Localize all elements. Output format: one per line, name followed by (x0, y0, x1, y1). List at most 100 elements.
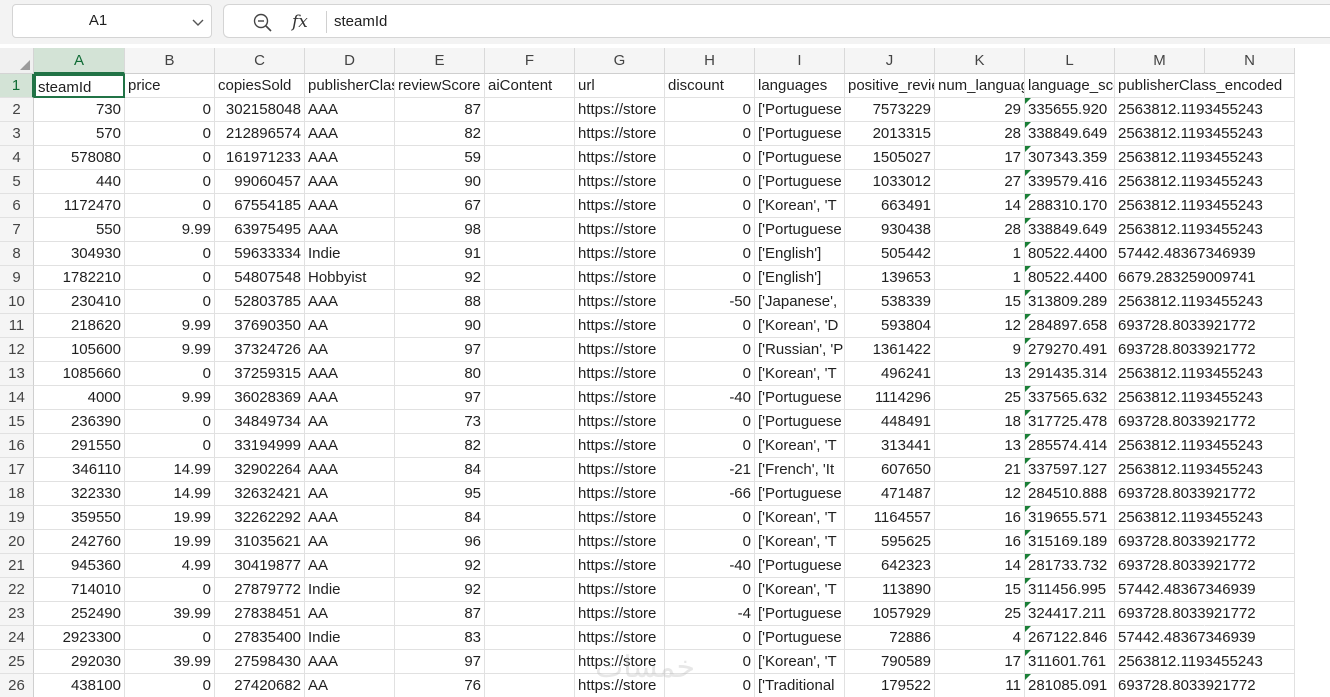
cell-c21[interactable]: 30419877 (215, 554, 305, 578)
error-indicator-icon[interactable] (1025, 386, 1031, 392)
cell-j16[interactable]: 313441 (845, 434, 935, 458)
error-indicator-icon[interactable] (1025, 674, 1031, 680)
cell-k10[interactable]: 15 (935, 290, 1025, 314)
error-indicator-icon[interactable] (1025, 218, 1031, 224)
cell-f3[interactable] (485, 122, 575, 146)
row-header-13[interactable]: 13 (0, 362, 34, 386)
cell-d20[interactable]: AA (305, 530, 395, 554)
cell-f2[interactable] (485, 98, 575, 122)
error-indicator-icon[interactable] (1025, 338, 1031, 344)
cell-d8[interactable]: Indie (305, 242, 395, 266)
cell-h17[interactable]: -21 (665, 458, 755, 482)
cell-g8[interactable]: https://store (575, 242, 665, 266)
cell-f26[interactable] (485, 674, 575, 697)
cell-b26[interactable]: 0 (125, 674, 215, 697)
cell-c24[interactable]: 27835400 (215, 626, 305, 650)
cell-c22[interactable]: 27879772 (215, 578, 305, 602)
cell-m5[interactable]: 2563812.1193455243 (1115, 170, 1263, 194)
row-header-21[interactable]: 21 (0, 554, 34, 578)
cell-e19[interactable]: 84 (395, 506, 485, 530)
cell-g4[interactable]: https://store (575, 146, 665, 170)
cell-m23[interactable]: 693728.8033921772 (1115, 602, 1256, 626)
column-header-d[interactable]: D (305, 48, 395, 74)
cell-l5[interactable]: 339579.416 (1025, 170, 1115, 194)
cell-j12[interactable]: 1361422 (845, 338, 935, 362)
cell-g6[interactable]: https://store (575, 194, 665, 218)
cell-m24[interactable]: 57442.48367346939 (1115, 626, 1256, 650)
cell-l3[interactable]: 338849.649 (1025, 122, 1115, 146)
cell-b2[interactable]: 0 (125, 98, 215, 122)
row-header-16[interactable]: 16 (0, 434, 34, 458)
cell-d10[interactable]: AAA (305, 290, 395, 314)
row-header-10[interactable]: 10 (0, 290, 34, 314)
cell-d11[interactable]: AA (305, 314, 395, 338)
cell-f20[interactable] (485, 530, 575, 554)
cell-f13[interactable] (485, 362, 575, 386)
cell-a13[interactable]: 1085660 (34, 362, 125, 386)
cell-j26[interactable]: 179522 (845, 674, 935, 697)
row-header-22[interactable]: 22 (0, 578, 34, 602)
cell-i6[interactable]: ['Korean', 'T (755, 194, 845, 218)
cell-l1[interactable]: language_score (1025, 74, 1115, 98)
cell-l22[interactable]: 311456.995 (1025, 578, 1115, 602)
cell-m21[interactable]: 693728.8033921772 (1115, 554, 1256, 578)
cell-c26[interactable]: 27420682 (215, 674, 305, 697)
cell-b19[interactable]: 19.99 (125, 506, 215, 530)
cell-k15[interactable]: 18 (935, 410, 1025, 434)
cell-h21[interactable]: -40 (665, 554, 755, 578)
cell-c11[interactable]: 37690350 (215, 314, 305, 338)
row-header-17[interactable]: 17 (0, 458, 34, 482)
cell-m20[interactable]: 693728.8033921772 (1115, 530, 1256, 554)
cell-a20[interactable]: 242760 (34, 530, 125, 554)
cell-f9[interactable] (485, 266, 575, 290)
cell-b22[interactable]: 0 (125, 578, 215, 602)
cell-e8[interactable]: 91 (395, 242, 485, 266)
cell-j1[interactable]: positive_reviews (845, 74, 935, 98)
cell-m7[interactable]: 2563812.1193455243 (1115, 218, 1263, 242)
cell-e15[interactable]: 73 (395, 410, 485, 434)
cell-l10[interactable]: 313809.289 (1025, 290, 1115, 314)
cell-h5[interactable]: 0 (665, 170, 755, 194)
function-icon[interactable]: fx (292, 7, 308, 37)
cell-i3[interactable]: ['Portuguese (755, 122, 845, 146)
cell-c20[interactable]: 31035621 (215, 530, 305, 554)
cell-d18[interactable]: AA (305, 482, 395, 506)
cell-j25[interactable]: 790589 (845, 650, 935, 674)
cell-b21[interactable]: 4.99 (125, 554, 215, 578)
chevron-down-icon[interactable] (191, 15, 205, 29)
cell-a9[interactable]: 1782210 (34, 266, 125, 290)
cell-h2[interactable]: 0 (665, 98, 755, 122)
cell-i8[interactable]: ['English'] (755, 242, 845, 266)
cell-f12[interactable] (485, 338, 575, 362)
cell-a7[interactable]: 550 (34, 218, 125, 242)
cell-a24[interactable]: 2923300 (34, 626, 125, 650)
cell-j2[interactable]: 7573229 (845, 98, 935, 122)
cell-j23[interactable]: 1057929 (845, 602, 935, 626)
cell-l21[interactable]: 281733.732 (1025, 554, 1115, 578)
row-header-18[interactable]: 18 (0, 482, 34, 506)
cell-m13[interactable]: 2563812.1193455243 (1115, 362, 1263, 386)
cell-h9[interactable]: 0 (665, 266, 755, 290)
cell-k26[interactable]: 11 (935, 674, 1025, 697)
cell-k9[interactable]: 1 (935, 266, 1025, 290)
cell-g11[interactable]: https://store (575, 314, 665, 338)
cell-a18[interactable]: 322330 (34, 482, 125, 506)
column-header-g[interactable]: G (575, 48, 665, 74)
cell-l8[interactable]: 80522.4400 (1025, 242, 1115, 266)
cell-h8[interactable]: 0 (665, 242, 755, 266)
cell-d5[interactable]: AAA (305, 170, 395, 194)
cell-i22[interactable]: ['Korean', 'T (755, 578, 845, 602)
cell-e6[interactable]: 67 (395, 194, 485, 218)
cell-g17[interactable]: https://store (575, 458, 665, 482)
cell-j9[interactable]: 139653 (845, 266, 935, 290)
cell-f22[interactable] (485, 578, 575, 602)
cell-b8[interactable]: 0 (125, 242, 215, 266)
cell-l15[interactable]: 317725.478 (1025, 410, 1115, 434)
cell-k16[interactable]: 13 (935, 434, 1025, 458)
cell-e10[interactable]: 88 (395, 290, 485, 314)
cell-a23[interactable]: 252490 (34, 602, 125, 626)
cell-i13[interactable]: ['Korean', 'T (755, 362, 845, 386)
cell-a6[interactable]: 1172470 (34, 194, 125, 218)
cell-m9[interactable]: 6679.283259009741 (1115, 266, 1256, 290)
cell-m19[interactable]: 2563812.1193455243 (1115, 506, 1263, 530)
